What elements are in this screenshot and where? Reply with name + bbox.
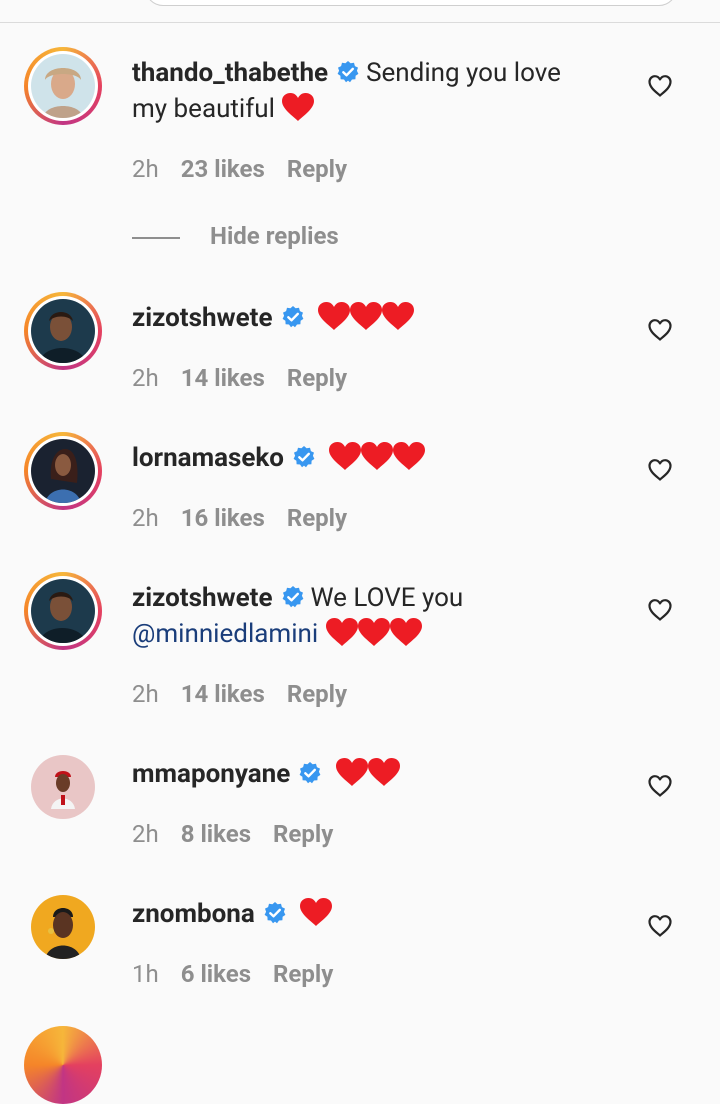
comment-time: 1h xyxy=(132,960,159,988)
comment-content: zizotshwete We LOVE you @minniedlamini xyxy=(132,580,602,657)
hide-replies-label: Hide replies xyxy=(210,222,339,250)
comment-time: 2h xyxy=(132,504,159,532)
likes-count[interactable]: 14 likes xyxy=(181,680,265,708)
username[interactable]: znombona xyxy=(132,899,255,929)
reply-button[interactable]: Reply xyxy=(287,364,347,392)
reply-button[interactable]: Reply xyxy=(287,504,347,532)
comment-content: lornamaseko xyxy=(132,440,602,481)
comment-meta: 2h 16 likes Reply xyxy=(132,504,369,532)
verified-badge-icon xyxy=(263,901,287,925)
avatar[interactable] xyxy=(24,1026,102,1104)
heart-emojis xyxy=(335,757,399,797)
heart-emoji-icon xyxy=(349,301,383,331)
comment-text: We LOVE you xyxy=(310,583,464,613)
heart-emojis xyxy=(281,92,313,132)
username[interactable]: lornamaseko xyxy=(132,443,284,473)
heart-emoji-icon xyxy=(317,301,351,331)
heart-emoji-icon xyxy=(325,617,359,647)
like-heart-icon[interactable] xyxy=(647,73,673,99)
verified-badge-icon xyxy=(281,585,305,609)
heart-emoji-icon xyxy=(360,441,394,471)
top-bar xyxy=(0,0,720,23)
comment-content: zizotshwete xyxy=(132,300,602,341)
likes-count[interactable]: 14 likes xyxy=(181,364,265,392)
comment-meta: 2h 14 likes Reply xyxy=(132,680,369,708)
verified-badge-icon xyxy=(292,445,316,469)
heart-emoji-icon xyxy=(367,757,401,787)
reply-button[interactable]: Reply xyxy=(273,960,333,988)
avatar[interactable] xyxy=(24,432,102,510)
comment-time: 2h xyxy=(132,155,159,183)
verified-badge-icon xyxy=(298,761,322,785)
verified-badge-icon xyxy=(281,305,305,329)
comment-meta: 2h 8 likes Reply xyxy=(132,820,355,848)
like-heart-icon[interactable] xyxy=(647,457,673,483)
heart-emoji-icon xyxy=(335,757,369,787)
divider-line xyxy=(132,236,180,239)
username[interactable]: zizotshwete xyxy=(132,583,273,613)
avatar[interactable] xyxy=(24,47,102,125)
heart-emoji-icon xyxy=(328,441,362,471)
verified-badge-icon xyxy=(336,60,360,84)
comment-content: mmaponyane xyxy=(132,756,602,797)
comment-time: 2h xyxy=(132,820,159,848)
mention-link[interactable]: @minniedlamini xyxy=(132,619,318,649)
username[interactable]: mmaponyane xyxy=(132,759,290,789)
like-heart-icon[interactable] xyxy=(647,597,673,623)
hide-replies-button[interactable]: Hide replies xyxy=(132,222,339,250)
username[interactable]: thando_thabethe xyxy=(132,58,328,88)
avatar[interactable] xyxy=(24,292,102,370)
heart-emoji-icon xyxy=(381,301,415,331)
like-heart-icon[interactable] xyxy=(647,317,673,343)
heart-emojis xyxy=(325,617,421,657)
comment-content: thando_thabethe Sending you love my beaut… xyxy=(132,55,602,132)
username[interactable]: zizotshwete xyxy=(132,303,273,333)
avatar[interactable] xyxy=(24,888,102,966)
comment-meta: 1h 6 likes Reply xyxy=(132,960,355,988)
comment-time: 2h xyxy=(132,364,159,392)
comment-input-bar[interactable] xyxy=(145,0,677,6)
avatar[interactable] xyxy=(24,572,102,650)
comment-time: 2h xyxy=(132,680,159,708)
avatar[interactable] xyxy=(24,748,102,826)
like-heart-icon[interactable] xyxy=(647,913,673,939)
heart-emoji-icon xyxy=(357,617,391,647)
likes-count[interactable]: 8 likes xyxy=(181,820,251,848)
likes-count[interactable]: 6 likes xyxy=(181,960,251,988)
heart-emoji-icon xyxy=(299,897,333,927)
heart-emojis xyxy=(317,301,413,341)
like-heart-icon[interactable] xyxy=(647,773,673,799)
likes-count[interactable]: 23 likes xyxy=(181,155,265,183)
comment-meta: 2h 14 likes Reply xyxy=(132,364,369,392)
comment-content: znombona xyxy=(132,896,602,937)
comment-meta: 2h 23 likes Reply xyxy=(132,155,369,183)
heart-emoji-icon xyxy=(389,617,423,647)
heart-emoji-icon xyxy=(392,441,426,471)
likes-count[interactable]: 16 likes xyxy=(181,504,265,532)
reply-button[interactable]: Reply xyxy=(287,155,347,183)
reply-button[interactable]: Reply xyxy=(287,680,347,708)
reply-button[interactable]: Reply xyxy=(273,820,333,848)
heart-emojis xyxy=(299,897,331,937)
heart-emojis xyxy=(328,441,424,481)
heart-emoji-icon xyxy=(281,92,315,122)
